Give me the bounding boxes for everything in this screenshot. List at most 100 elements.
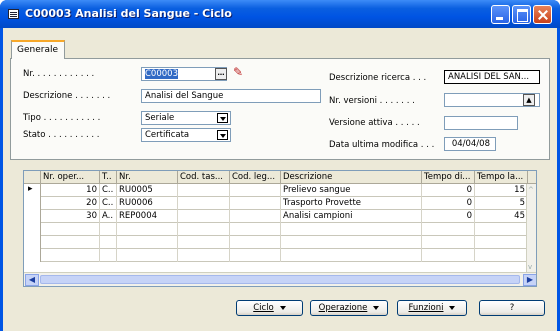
table-cell[interactable] xyxy=(41,249,100,262)
table-row[interactable] xyxy=(24,249,528,262)
table-cell[interactable]: 0 xyxy=(422,210,475,223)
tipo-select[interactable]: Seriale xyxy=(141,111,231,125)
title-bar[interactable]: C00003 Analisi del Sangue - Ciclo xyxy=(0,0,560,28)
table-cell[interactable]: A.. xyxy=(100,210,117,223)
descr-ricerca-field[interactable]: ANALISI DEL SAN... xyxy=(444,70,540,84)
table-cell[interactable]: 30 xyxy=(41,210,100,223)
stato-select[interactable]: Certificata xyxy=(141,128,231,142)
scroll-right-icon[interactable]: ▶ xyxy=(523,274,536,286)
operations-table[interactable]: Nr. oper... T.. Nr. Cod. tas... Cod. leg… xyxy=(23,170,537,287)
table-cell[interactable] xyxy=(422,223,475,236)
table-row[interactable]: ▸ 10 C.. RU0005 Prelievo sangue 0 15 xyxy=(24,184,528,197)
scroll-thumb[interactable] xyxy=(40,275,520,284)
table-cell[interactable] xyxy=(178,184,230,197)
close-button[interactable] xyxy=(533,5,552,24)
table-cell[interactable] xyxy=(475,223,528,236)
table-cell[interactable] xyxy=(475,249,528,262)
table-row[interactable]: 20 C.. RU0006 Trasporto Provette 0 5 xyxy=(24,197,528,210)
table-cell[interactable] xyxy=(230,197,281,210)
scroll-up-icon[interactable]: ^ xyxy=(528,186,534,194)
versione-attiva-label: Versione attiva . . . . . xyxy=(329,118,420,128)
help-button[interactable]: ? xyxy=(479,300,545,316)
table-cell[interactable]: Prelievo sangue xyxy=(281,184,422,197)
table-cell[interactable] xyxy=(178,236,230,249)
table-cell[interactable]: C.. xyxy=(100,184,117,197)
table-cell[interactable]: RU0006 xyxy=(117,197,178,210)
table-cell[interactable] xyxy=(117,249,178,262)
table-cell[interactable]: 0 xyxy=(422,184,475,197)
horizontal-scrollbar[interactable]: ◀ ▶ xyxy=(24,272,536,286)
data-modifica-field[interactable]: 04/04/08 xyxy=(444,137,496,151)
table-cell[interactable] xyxy=(230,249,281,262)
operazione-button[interactable]: Operazione xyxy=(310,300,388,316)
row-selector[interactable] xyxy=(24,236,41,249)
table-cell[interactable] xyxy=(41,223,100,236)
table-row[interactable]: 30 A.. REP0004 Analisi campioni 0 45 xyxy=(24,210,528,223)
client-area: Generale Nr. . . . . . . . . . . . C0000… xyxy=(3,28,557,331)
table-cell[interactable]: 10 xyxy=(41,184,100,197)
row-selector[interactable] xyxy=(24,249,41,262)
table-cell[interactable] xyxy=(422,249,475,262)
table-cell[interactable] xyxy=(100,249,117,262)
versione-attiva-field[interactable] xyxy=(444,116,518,130)
current-row-icon[interactable]: ▸ xyxy=(24,184,41,197)
col-cod-leg[interactable]: Cod. leg... xyxy=(230,171,281,184)
scroll-down-icon[interactable]: v xyxy=(528,263,532,271)
table-cell[interactable] xyxy=(230,236,281,249)
table-cell[interactable]: Analisi campioni xyxy=(281,210,422,223)
col-nr[interactable]: Nr. xyxy=(117,171,178,184)
arrow-up-icon[interactable]: ▲ xyxy=(523,94,535,106)
table-cell[interactable]: REP0004 xyxy=(117,210,178,223)
table-cell[interactable] xyxy=(281,223,422,236)
scroll-left-icon[interactable]: ◀ xyxy=(25,274,39,286)
table-cell[interactable] xyxy=(281,249,422,262)
table-cell[interactable] xyxy=(117,236,178,249)
table-cell[interactable] xyxy=(230,184,281,197)
table-cell[interactable]: C.. xyxy=(100,197,117,210)
col-tipo[interactable]: T.. xyxy=(100,171,117,184)
table-cell[interactable] xyxy=(422,236,475,249)
table-cell[interactable] xyxy=(230,223,281,236)
minimize-button[interactable] xyxy=(491,5,510,24)
tab-generale[interactable]: Generale xyxy=(11,40,65,59)
table-row[interactable] xyxy=(24,223,528,236)
ciclo-button[interactable]: Ciclo xyxy=(236,300,303,316)
row-selector[interactable] xyxy=(24,210,41,223)
table-cell[interactable]: 0 xyxy=(422,197,475,210)
descrizione-field[interactable]: Analisi del Sangue xyxy=(141,89,321,103)
table-cell[interactable] xyxy=(117,223,178,236)
table-cell[interactable]: Trasporto Provette xyxy=(281,197,422,210)
table-cell[interactable] xyxy=(230,210,281,223)
table-cell[interactable] xyxy=(100,236,117,249)
table-cell[interactable] xyxy=(178,249,230,262)
table-cell[interactable]: RU0005 xyxy=(117,184,178,197)
row-selector[interactable] xyxy=(24,197,41,210)
col-descrizione[interactable]: Descrizione xyxy=(281,171,422,184)
chevron-down-icon[interactable] xyxy=(217,130,228,140)
table-cell[interactable] xyxy=(178,210,230,223)
table-cell[interactable]: 15 xyxy=(475,184,528,197)
table-row[interactable] xyxy=(24,236,528,249)
window-title: C00003 Analisi del Sangue - Ciclo xyxy=(25,7,232,20)
col-tempo-la[interactable]: Tempo la... xyxy=(475,171,528,184)
col-tempo-di[interactable]: Tempo di... xyxy=(422,171,475,184)
col-nr-oper[interactable]: Nr. oper... xyxy=(41,171,100,184)
table-cell[interactable] xyxy=(41,236,100,249)
table-cell[interactable]: 45 xyxy=(475,210,528,223)
table-cell[interactable]: 5 xyxy=(475,197,528,210)
table-cell[interactable] xyxy=(178,197,230,210)
funzioni-button[interactable]: Funzioni xyxy=(397,300,467,316)
maximize-button[interactable] xyxy=(512,5,531,24)
pencil-icon[interactable]: ✎ xyxy=(233,65,243,79)
chevron-down-icon[interactable] xyxy=(217,113,228,123)
stato-label: Stato . . . . . . . . . . xyxy=(23,130,100,140)
vertical-scrollbar[interactable]: ^ v xyxy=(526,184,536,273)
row-selector[interactable] xyxy=(24,223,41,236)
table-cell[interactable] xyxy=(100,223,117,236)
table-cell[interactable] xyxy=(178,223,230,236)
table-cell[interactable]: 20 xyxy=(41,197,100,210)
col-cod-tas[interactable]: Cod. tas... xyxy=(178,171,230,184)
lookup-icon[interactable]: … xyxy=(215,68,227,80)
table-cell[interactable] xyxy=(475,236,528,249)
table-cell[interactable] xyxy=(281,236,422,249)
